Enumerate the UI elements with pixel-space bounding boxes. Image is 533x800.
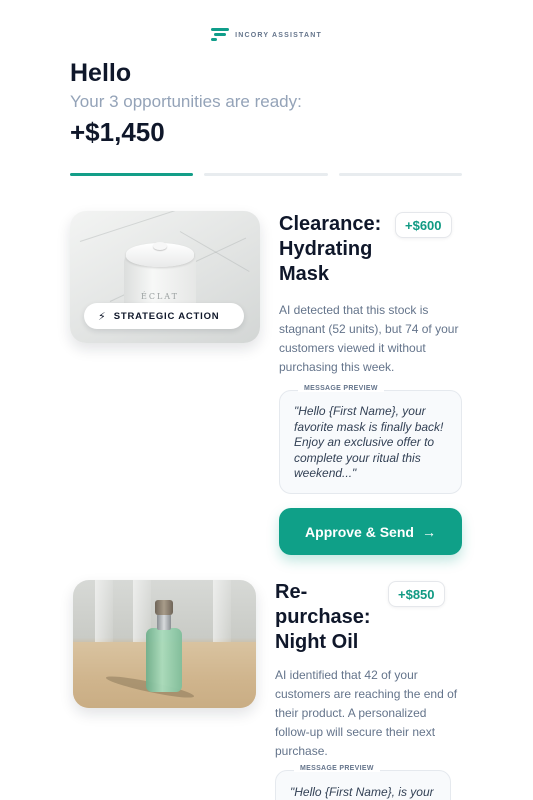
message-preview: MESSAGE PREVIEW "Hello {First Name}, is …: [275, 765, 451, 800]
card-description: AI detected that this stock is stagnant …: [279, 303, 459, 374]
message-preview-text: "Hello {First Name}, your favorite mask …: [294, 404, 444, 480]
progress-step-2: [204, 173, 328, 176]
jar-knob: [153, 242, 167, 250]
card-title: Re-purchase: Night Oil: [275, 581, 371, 653]
arrow-right-icon: →: [421, 523, 436, 540]
progress-steps: [70, 173, 462, 176]
bottle-cap: [155, 600, 173, 615]
message-preview-label: MESSAGE PREVIEW: [298, 385, 384, 392]
strategic-action-tag: ⚡ STRATEGIC ACTION: [84, 303, 244, 329]
greeting-title: Hello: [70, 59, 132, 87]
bottle-neck: [157, 614, 171, 630]
amount-badge: +$600: [395, 212, 452, 238]
brand-name: INCORY ASSISTANT: [235, 31, 322, 39]
amount-badge: +$850: [388, 581, 445, 607]
card-title: Clearance: Hydrating Mask: [279, 213, 382, 285]
progress-step-3: [338, 173, 462, 176]
tag-label: STRATEGIC ACTION: [113, 310, 220, 322]
jar-label: ÉCLAT: [141, 292, 179, 301]
approve-send-label: Approve & Send: [305, 523, 414, 540]
total-amount: +$1,450: [70, 117, 165, 147]
approve-send-button[interactable]: Approve & Send →: [279, 508, 462, 555]
message-preview: MESSAGE PREVIEW "Hello {First Name}, you…: [279, 385, 462, 494]
brand-header: INCORY ASSISTANT: [0, 27, 533, 43]
message-preview-label: MESSAGE PREVIEW: [294, 765, 380, 772]
progress-step-1: [70, 173, 194, 176]
incory-logo-icon: [211, 27, 230, 43]
bottle-illustration: [146, 628, 182, 692]
message-preview-text: "Hello {First Name}, is your: [290, 785, 434, 799]
greeting-subtitle: Your 3 opportunities are ready:: [70, 92, 302, 111]
card-description: AI identified that 42 of your customers …: [275, 668, 458, 758]
lightning-icon: ⚡: [98, 310, 106, 323]
